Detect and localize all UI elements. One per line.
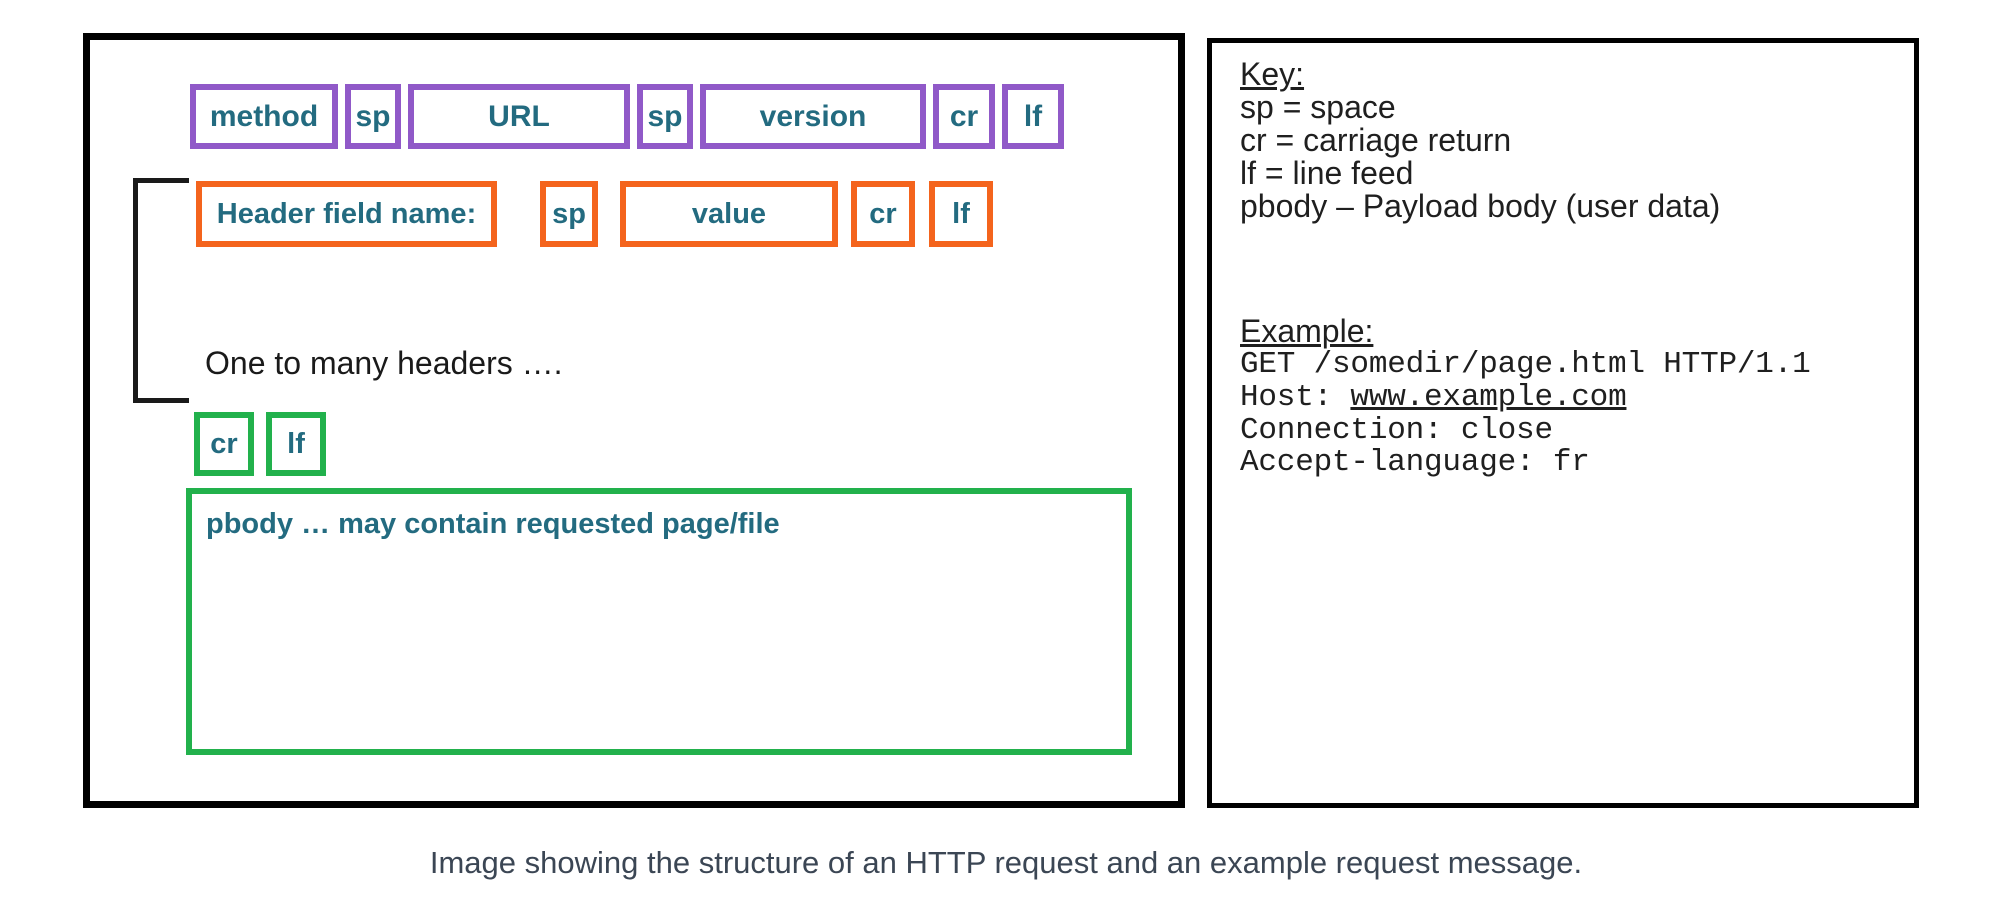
field-box-sp-1: sp bbox=[345, 84, 401, 149]
headers-repeat-bracket bbox=[133, 178, 189, 403]
field-box-header-value: value bbox=[620, 181, 838, 247]
example-line-accept-language: Accept-language: fr bbox=[1240, 445, 1590, 481]
field-box-cr-blank-line: cr bbox=[194, 412, 254, 476]
example-request: Example: GET /somedir/page.html HTTP/1.1… bbox=[1240, 313, 1811, 481]
key-line-lf: lf = line feed bbox=[1240, 154, 1414, 191]
field-box-url: URL bbox=[408, 84, 630, 149]
key-heading: Key: bbox=[1240, 56, 1305, 92]
field-box-sp-2: sp bbox=[637, 84, 693, 149]
field-box-header-field-name: Header field name: bbox=[196, 181, 497, 247]
headers-repeat-label: One to many headers …. bbox=[205, 345, 563, 381]
key-line-pbody: pbody – Payload body (user data) bbox=[1240, 187, 1721, 224]
key-line-sp: sp = space bbox=[1240, 88, 1396, 125]
example-line-host: Host: www.example.com bbox=[1240, 379, 1811, 415]
field-box-lf-request-line: lf bbox=[1002, 84, 1064, 149]
example-host-link: www.example.com bbox=[1350, 379, 1627, 415]
example-line-request: GET /somedir/page.html HTTP/1.1 bbox=[1240, 346, 1811, 382]
field-box-cr-request-line: cr bbox=[933, 84, 995, 149]
field-box-method: method bbox=[190, 84, 338, 149]
figure-caption: Image showing the structure of an HTTP r… bbox=[429, 845, 1583, 880]
field-box-cr-header-line: cr bbox=[851, 181, 915, 247]
http-request-structure-figure: method sp URL sp version cr lf Header fi… bbox=[0, 0, 2012, 914]
key-legend: Key: sp = space cr = carriage return lf … bbox=[1240, 58, 1720, 223]
key-line-cr: cr = carriage return bbox=[1240, 121, 1512, 158]
field-box-sp-3: sp bbox=[540, 181, 598, 247]
field-box-payload-body: pbody … may contain requested page/file bbox=[186, 488, 1132, 755]
example-host-prefix: Host: bbox=[1240, 379, 1351, 415]
example-heading: Example: bbox=[1240, 313, 1374, 349]
field-box-lf-blank-line: lf bbox=[266, 412, 326, 476]
example-line-connection: Connection: close bbox=[1240, 412, 1553, 448]
field-box-version: version bbox=[700, 84, 926, 149]
field-box-lf-header-line: lf bbox=[929, 181, 993, 247]
